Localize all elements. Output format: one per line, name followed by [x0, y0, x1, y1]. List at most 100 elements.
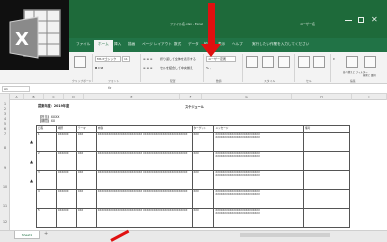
- sheet-tab[interactable]: Sheet1: [14, 231, 40, 239]
- close-icon[interactable]: ✕: [371, 15, 378, 24]
- row-header[interactable]: 10: [0, 185, 10, 189]
- row-header[interactable]: 12: [0, 220, 10, 224]
- name-box[interactable]: A1: [2, 86, 30, 92]
- row-header[interactable]: 9: [0, 166, 10, 170]
- user-name[interactable]: ユーザー名: [300, 22, 315, 26]
- table-header-cell[interactable]: 場所: [55, 125, 77, 133]
- ribbon-separator: [330, 54, 331, 82]
- table-cell[interactable]: [303, 132, 350, 152]
- table-cell[interactable]: XXXXXXXXXXXXXXXXXXXXXXXXX XXXXXXXXXXXXXX…: [213, 189, 305, 209]
- cell-styles-icon[interactable]: [278, 56, 290, 68]
- tab-help[interactable]: ヘルプ: [232, 42, 243, 47]
- row-header[interactable]: 8: [0, 146, 10, 150]
- table-header-cell[interactable]: 内容: [95, 125, 193, 133]
- tab-home[interactable]: ホーム: [94, 40, 113, 52]
- number-format-value: ユーザー定義: [208, 57, 226, 61]
- table-cell[interactable]: XXX: [75, 132, 97, 152]
- table-cell[interactable]: XXXXXX: [55, 208, 77, 228]
- maximize-icon[interactable]: [358, 17, 364, 23]
- table-cell[interactable]: XXX: [75, 189, 97, 209]
- align-left-icon[interactable]: ≡ ≡ ≡: [143, 66, 152, 70]
- tab-data[interactable]: データ: [188, 42, 199, 47]
- row-header[interactable]: 11: [0, 204, 10, 208]
- table-cell[interactable]: XXXXXX: [55, 151, 77, 171]
- table-cell[interactable]: XXXXXXXXXXXXXXXXXXXXXXXXX XXXXXXXXXXXXXX…: [95, 151, 193, 171]
- table-header-cell[interactable]: メッセージ: [213, 125, 305, 133]
- tab-draw[interactable]: 描画: [128, 42, 135, 47]
- row-header[interactable]: 5: [0, 122, 10, 126]
- table-cell[interactable]: 2: [36, 151, 57, 171]
- table-cell[interactable]: 4: [36, 189, 57, 209]
- currency-icon[interactable]: % ,: [206, 66, 211, 70]
- add-sheet-button[interactable]: +: [44, 231, 48, 237]
- align-top-icon[interactable]: ≡ ≡ ≡: [143, 57, 152, 61]
- sheet-heading: 提案年度：2019年度: [38, 104, 70, 108]
- row-header[interactable]: 2: [0, 107, 10, 111]
- table-cell[interactable]: XXX: [191, 151, 215, 171]
- row-header[interactable]: 7: [0, 132, 10, 136]
- row-header[interactable]: 6: [0, 127, 10, 131]
- table-header-cell[interactable]: テーマ: [75, 125, 97, 133]
- table-cell[interactable]: 5: [36, 208, 57, 228]
- bold-icon[interactable]: B I U: [95, 66, 103, 70]
- table-cell[interactable]: XXXXXXXXXXXXXXXXXXXXXXXXX XXXXXXXXXXXXXX…: [213, 170, 305, 190]
- autosum-icon[interactable]: Σ: [333, 57, 335, 61]
- tab-file[interactable]: ファイル: [76, 42, 90, 47]
- table-row: 1 XXXXXX XXX XXXXXXXXXXXXXXXXXXXXXXXXX X…: [36, 132, 350, 152]
- table-cell[interactable]: XXX: [191, 170, 215, 190]
- editing-group-label: 編集: [350, 79, 356, 83]
- table-header-cell[interactable]: ターゲット: [191, 125, 215, 133]
- align-group-label: 配置: [170, 79, 176, 83]
- font-name-select[interactable]: MS Pゴシック: [95, 56, 121, 62]
- format-as-table-icon[interactable]: [262, 56, 274, 68]
- delete-cells-icon[interactable]: [313, 56, 325, 68]
- table-cell[interactable]: XXXXXXXXXXXXXXXXXXXXXXXXX XXXXXXXXXXXXXX…: [95, 170, 193, 190]
- table-cell[interactable]: XXXXXX: [55, 189, 77, 209]
- row-header[interactable]: 1: [0, 102, 10, 106]
- table-cell[interactable]: 3: [36, 170, 57, 190]
- merge-center-button[interactable]: セルを結合して中央揃え: [160, 66, 193, 70]
- font-size-value: 11: [124, 57, 128, 61]
- table-cell[interactable]: XXXXXXXXXXXXXXXXXXXXXXXXX XXXXXXXXXXXXXX…: [95, 208, 193, 228]
- conditional-format-icon[interactable]: [246, 56, 258, 68]
- tab-insert[interactable]: 挿入: [114, 42, 121, 47]
- table-cell[interactable]: 1: [36, 132, 57, 152]
- find-select-icon[interactable]: [364, 56, 376, 68]
- sort-filter-icon[interactable]: [346, 56, 358, 68]
- table-cell[interactable]: XXX: [75, 151, 97, 171]
- font-size-select[interactable]: 11: [122, 56, 130, 62]
- row-header[interactable]: 3: [0, 112, 10, 116]
- row-header[interactable]: 4: [0, 117, 10, 121]
- horizontal-scrollbar[interactable]: [240, 233, 330, 237]
- table-cell[interactable]: XXX: [75, 170, 97, 190]
- tab-page-layout[interactable]: ページ レイアウト: [142, 42, 172, 47]
- excel-logo-icon: X: [0, 0, 69, 70]
- wrap-text-button[interactable]: 折り返して全体を表示する: [160, 57, 196, 61]
- table-cell[interactable]: XXXXXXXXXXXXXXXXXXXXXXXXX XXXXXXXXXXXXXX…: [95, 132, 193, 152]
- table-cell[interactable]: [303, 208, 350, 228]
- ribbon-separator: [203, 54, 204, 82]
- table-cell[interactable]: XXX: [75, 208, 97, 228]
- table-cell[interactable]: XXXXXXXXXXXXXXXXXXXXXXXXX XXXXXXXXXXXXXX…: [95, 189, 193, 209]
- table-cell[interactable]: XXX: [191, 208, 215, 228]
- table-cell[interactable]: XXXXXXXXXXXXXXXXXXXXXXXXX XXXXXXXXXXXXXX…: [213, 151, 305, 171]
- table-cell[interactable]: [303, 151, 350, 171]
- table-cell[interactable]: XXX: [191, 132, 215, 152]
- ribbon-separator: [140, 54, 141, 82]
- table-cell[interactable]: XXX: [191, 189, 215, 209]
- paste-icon[interactable]: [74, 56, 86, 68]
- fx-icon[interactable]: fx: [108, 86, 111, 90]
- row-marker-icon: ▲: [30, 159, 34, 164]
- insert-cells-icon[interactable]: [298, 56, 310, 68]
- table-cell[interactable]: XXXXXX: [55, 132, 77, 152]
- table-cell[interactable]: [303, 170, 350, 190]
- table-cell[interactable]: XXXXXXXXXXXXXXXXXXXXXXXXX XXXXXXXXXXXXXX…: [213, 132, 305, 152]
- minimize-icon[interactable]: [345, 20, 352, 21]
- table-cell[interactable]: XXXXXX: [55, 170, 77, 190]
- tell-me-search[interactable]: 実行したい作業を入力してください: [252, 42, 309, 47]
- tab-formulas[interactable]: 数式: [174, 42, 181, 47]
- table-cell[interactable]: [303, 189, 350, 209]
- table-header-cell[interactable]: 備考: [303, 125, 350, 133]
- table-cell[interactable]: XXXXXXXXXXXXXXXXXXXXXXXXX XXXXXXXXXXXXXX…: [213, 208, 305, 228]
- table-header-cell[interactable]: 日程: [36, 125, 57, 133]
